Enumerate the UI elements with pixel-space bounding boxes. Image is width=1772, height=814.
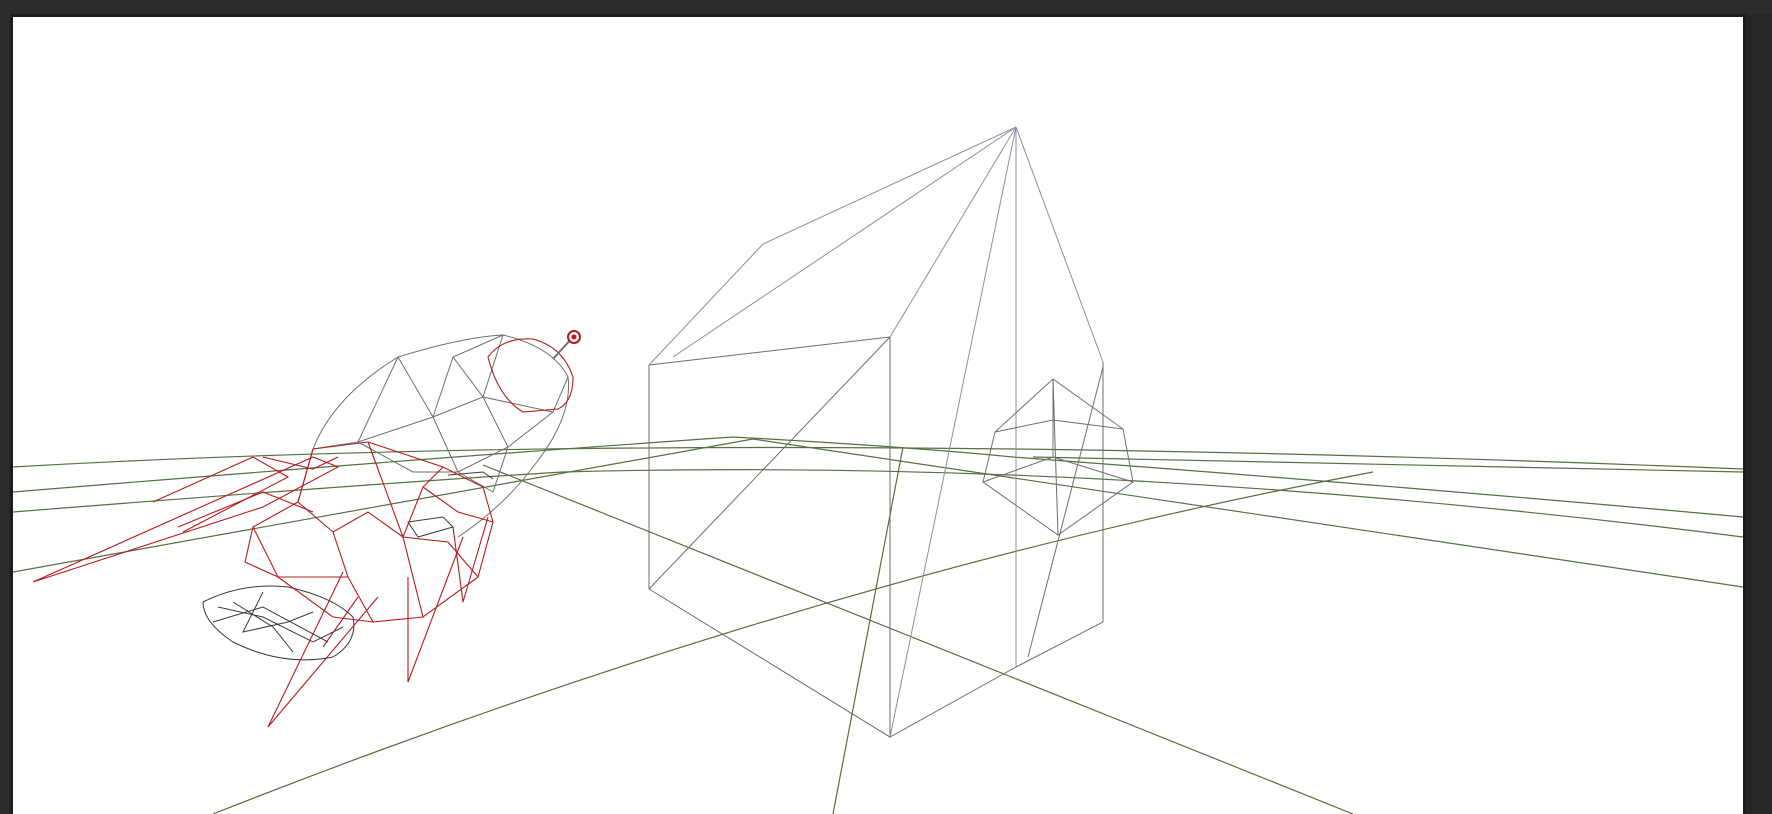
rocket-selected-edge bbox=[267, 571, 379, 728]
house-edge bbox=[889, 312, 1017, 738]
target-icon[interactable] bbox=[552, 330, 581, 360]
rocket-edge bbox=[357, 356, 434, 443]
right-panel-gutter bbox=[1746, 14, 1772, 814]
house-edge bbox=[648, 336, 891, 738]
grid-line bbox=[212, 471, 1374, 814]
rocket-selected-edge bbox=[297, 448, 314, 503]
grid-line bbox=[482, 464, 1354, 814]
scene-canvas[interactable] bbox=[13, 17, 1743, 814]
grid-line bbox=[832, 446, 904, 814]
house-roof-edge bbox=[648, 126, 1017, 366]
rocket-selected-edge bbox=[402, 466, 479, 578]
rocket-nozzle-edge bbox=[407, 516, 454, 538]
rocket-nozzle-edge bbox=[242, 591, 314, 633]
house-roof-edge bbox=[1015, 126, 1104, 363]
house-wireframe[interactable] bbox=[648, 126, 1104, 738]
rocket-body-wireframe[interactable] bbox=[202, 334, 570, 661]
rocket-selected-wireframe[interactable] bbox=[32, 338, 574, 728]
rocket-selected-edge bbox=[32, 456, 340, 583]
3d-viewport[interactable] bbox=[13, 17, 1743, 814]
rocket-edge bbox=[452, 356, 484, 398]
rocket-nozzle-edge bbox=[212, 606, 329, 643]
gizmo-core bbox=[571, 334, 577, 340]
rocket-edge bbox=[312, 334, 570, 538]
grid-line bbox=[13, 436, 1743, 518]
rocket-edge bbox=[432, 396, 509, 473]
rocket-selected-edge bbox=[367, 441, 404, 538]
house-roof-edge bbox=[889, 126, 1017, 338]
rocket-selected-edge bbox=[407, 536, 464, 683]
rocket-edge bbox=[432, 334, 504, 418]
house-edge bbox=[1027, 366, 1104, 658]
rocket-edge bbox=[482, 396, 555, 448]
house-roof-edge bbox=[672, 126, 1017, 358]
house-edge bbox=[648, 336, 891, 590]
rocket-selected-edge bbox=[244, 441, 494, 623]
cube-edge bbox=[982, 420, 1054, 483]
grid-line bbox=[13, 469, 1743, 538]
rocket-selected-edge bbox=[322, 596, 359, 648]
application-window bbox=[0, 0, 1772, 814]
